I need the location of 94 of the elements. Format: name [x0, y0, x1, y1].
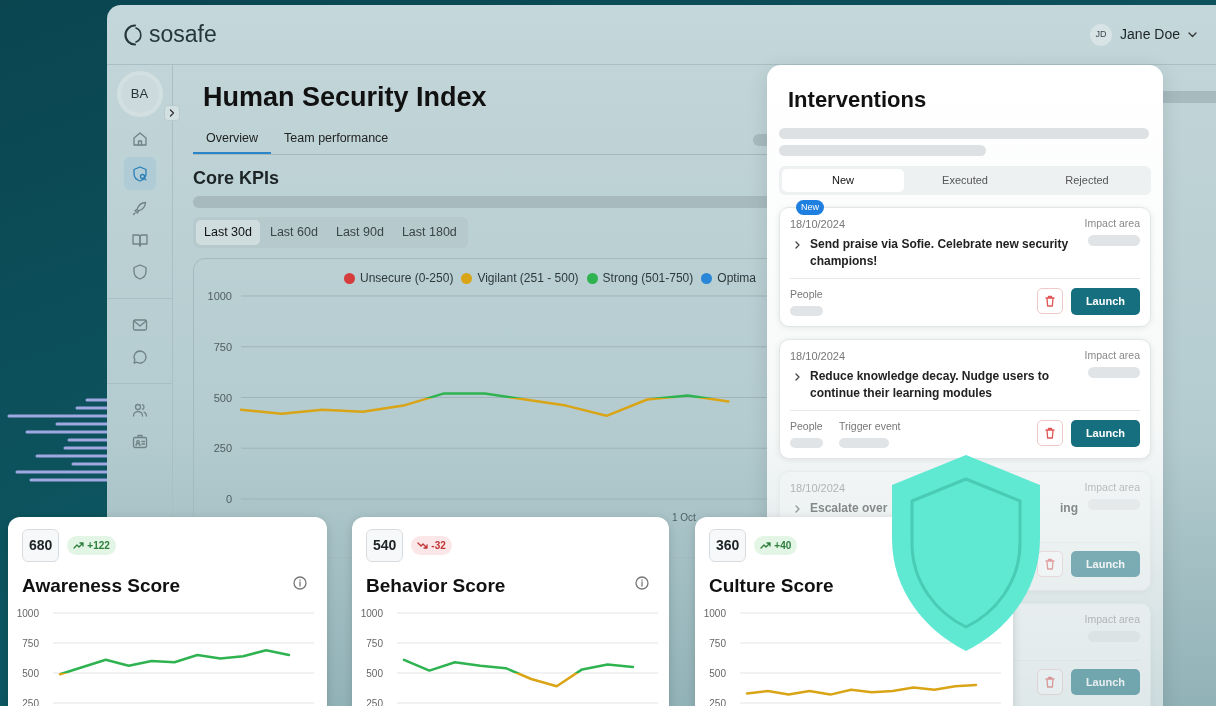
- tab[interactable]: Overview: [193, 123, 272, 155]
- caret-icon: [1188, 31, 1197, 38]
- axis-label: 500: [709, 667, 726, 679]
- impact-area-label: Impact area: [1084, 347, 1140, 363]
- score-title: Behavior Score: [366, 574, 506, 598]
- trend-up-icon: [73, 541, 85, 550]
- tab[interactable]: Team performance: [271, 123, 402, 155]
- date-text: 18/10/2024: [790, 480, 847, 496]
- axis-label: 250: [709, 697, 726, 706]
- legend-label: Strong (501-750): [602, 270, 694, 287]
- id-card-icon: [130, 433, 149, 451]
- delete-button[interactable]: [1036, 550, 1063, 577]
- chevron-icon[interactable]: [795, 373, 800, 381]
- legend-label: Unsecure (0-250): [360, 270, 454, 287]
- expand-button[interactable]: [164, 105, 180, 121]
- axis-label: 1000: [207, 290, 232, 302]
- range-option[interactable]: Last 60d: [261, 220, 326, 245]
- axis-label: 750: [709, 637, 726, 649]
- field-label: People: [790, 286, 823, 302]
- score-change: +40: [754, 536, 798, 555]
- range-option[interactable]: Last 30d: [196, 220, 260, 245]
- axis-label: 500: [22, 667, 39, 679]
- axis-label: 750: [22, 637, 39, 649]
- range-option[interactable]: Last 180d: [393, 220, 465, 245]
- axis-label: 500: [366, 667, 383, 679]
- panel-title: Interventions: [788, 86, 928, 114]
- trash-icon: [1044, 557, 1055, 570]
- score-change: -32: [411, 536, 452, 555]
- axis-label: 1000: [703, 607, 726, 619]
- chevron-icon[interactable]: [795, 241, 800, 249]
- tab[interactable]: Executed: [904, 169, 1026, 192]
- mail-icon: [130, 316, 149, 334]
- intervention-title: Escalate over: [810, 500, 888, 517]
- users-icon: [130, 401, 149, 419]
- legend-label: Vigilant (251 - 500): [477, 270, 579, 287]
- tab[interactable]: Rejected: [1026, 169, 1148, 192]
- shield-search-icon: [130, 164, 149, 183]
- range-option[interactable]: Last 90d: [327, 220, 392, 245]
- skeleton-bar: [839, 438, 889, 449]
- tab[interactable]: New: [782, 169, 904, 192]
- axis-label: 1000: [16, 607, 39, 619]
- delete-button[interactable]: [1036, 420, 1063, 447]
- page-title: Human Security Index: [203, 81, 487, 114]
- intervention-title: Send praise via Sofie. Celebrate new security champions!: [810, 236, 1070, 270]
- date-text: 18/10/2024: [790, 216, 847, 232]
- trash-icon: [1044, 427, 1055, 440]
- logo-icon: [121, 22, 145, 47]
- user-name[interactable]: Jane Doe: [1120, 24, 1180, 45]
- rocket-icon: [130, 199, 149, 217]
- sidebar-item[interactable]: [123, 157, 156, 190]
- trash-icon: [1044, 295, 1055, 308]
- trend-up-icon: [760, 541, 772, 550]
- score-title: Culture Score: [709, 574, 834, 598]
- home-icon: [130, 130, 149, 148]
- delete-button[interactable]: [1036, 288, 1063, 315]
- intervention-title: ing: [1060, 500, 1078, 517]
- impact-area-label: Impact area: [1084, 215, 1140, 231]
- trash-icon: [1044, 675, 1055, 688]
- score-value: 680: [22, 529, 60, 562]
- avatar[interactable]: BA: [120, 75, 159, 113]
- intervention-title: Reduce knowledge decay. Nudge users to continue their learning modules: [810, 368, 1051, 402]
- legend-label: Optima: [717, 270, 756, 287]
- axis-label: 750: [366, 637, 383, 649]
- axis-label: 500: [213, 391, 232, 404]
- score-value: 540: [366, 529, 404, 562]
- skeleton-bar: [790, 306, 823, 317]
- trend-down-icon: [417, 541, 429, 550]
- skeleton-bar: [1088, 367, 1140, 379]
- field-label: People: [790, 418, 823, 434]
- chat-icon: [130, 348, 149, 366]
- date-text: 18/10/2024: [790, 348, 847, 364]
- score-value: 360: [709, 529, 747, 562]
- score-change: +122: [67, 536, 116, 555]
- axis-label: 250: [366, 697, 383, 706]
- field-label: Trigger event: [839, 418, 901, 434]
- axis-label: 1000: [360, 607, 383, 619]
- launch-button[interactable]: Launch: [1070, 420, 1140, 447]
- user-avatar[interactable]: JD: [1090, 23, 1113, 46]
- axis-label: 250: [213, 442, 232, 455]
- axis-label: 250: [22, 697, 39, 706]
- skeleton-bar: [1088, 235, 1140, 247]
- shield-icon: [130, 263, 149, 281]
- launch-button[interactable]: Launch: [1070, 288, 1140, 315]
- chevron-icon: [169, 109, 175, 117]
- score-title: Awareness Score: [22, 574, 181, 598]
- new-badge: New: [796, 199, 824, 215]
- delete-button[interactable]: [1036, 668, 1063, 695]
- book-icon: [130, 231, 149, 249]
- axis-label: 0: [225, 493, 232, 505]
- skeleton-bar: [790, 438, 823, 449]
- axis-label: 750: [213, 340, 232, 353]
- logo-text: sosafe: [149, 20, 217, 50]
- section-title: Core KPIs: [193, 167, 280, 191]
- axis-label: 1 Oct: [672, 512, 696, 523]
